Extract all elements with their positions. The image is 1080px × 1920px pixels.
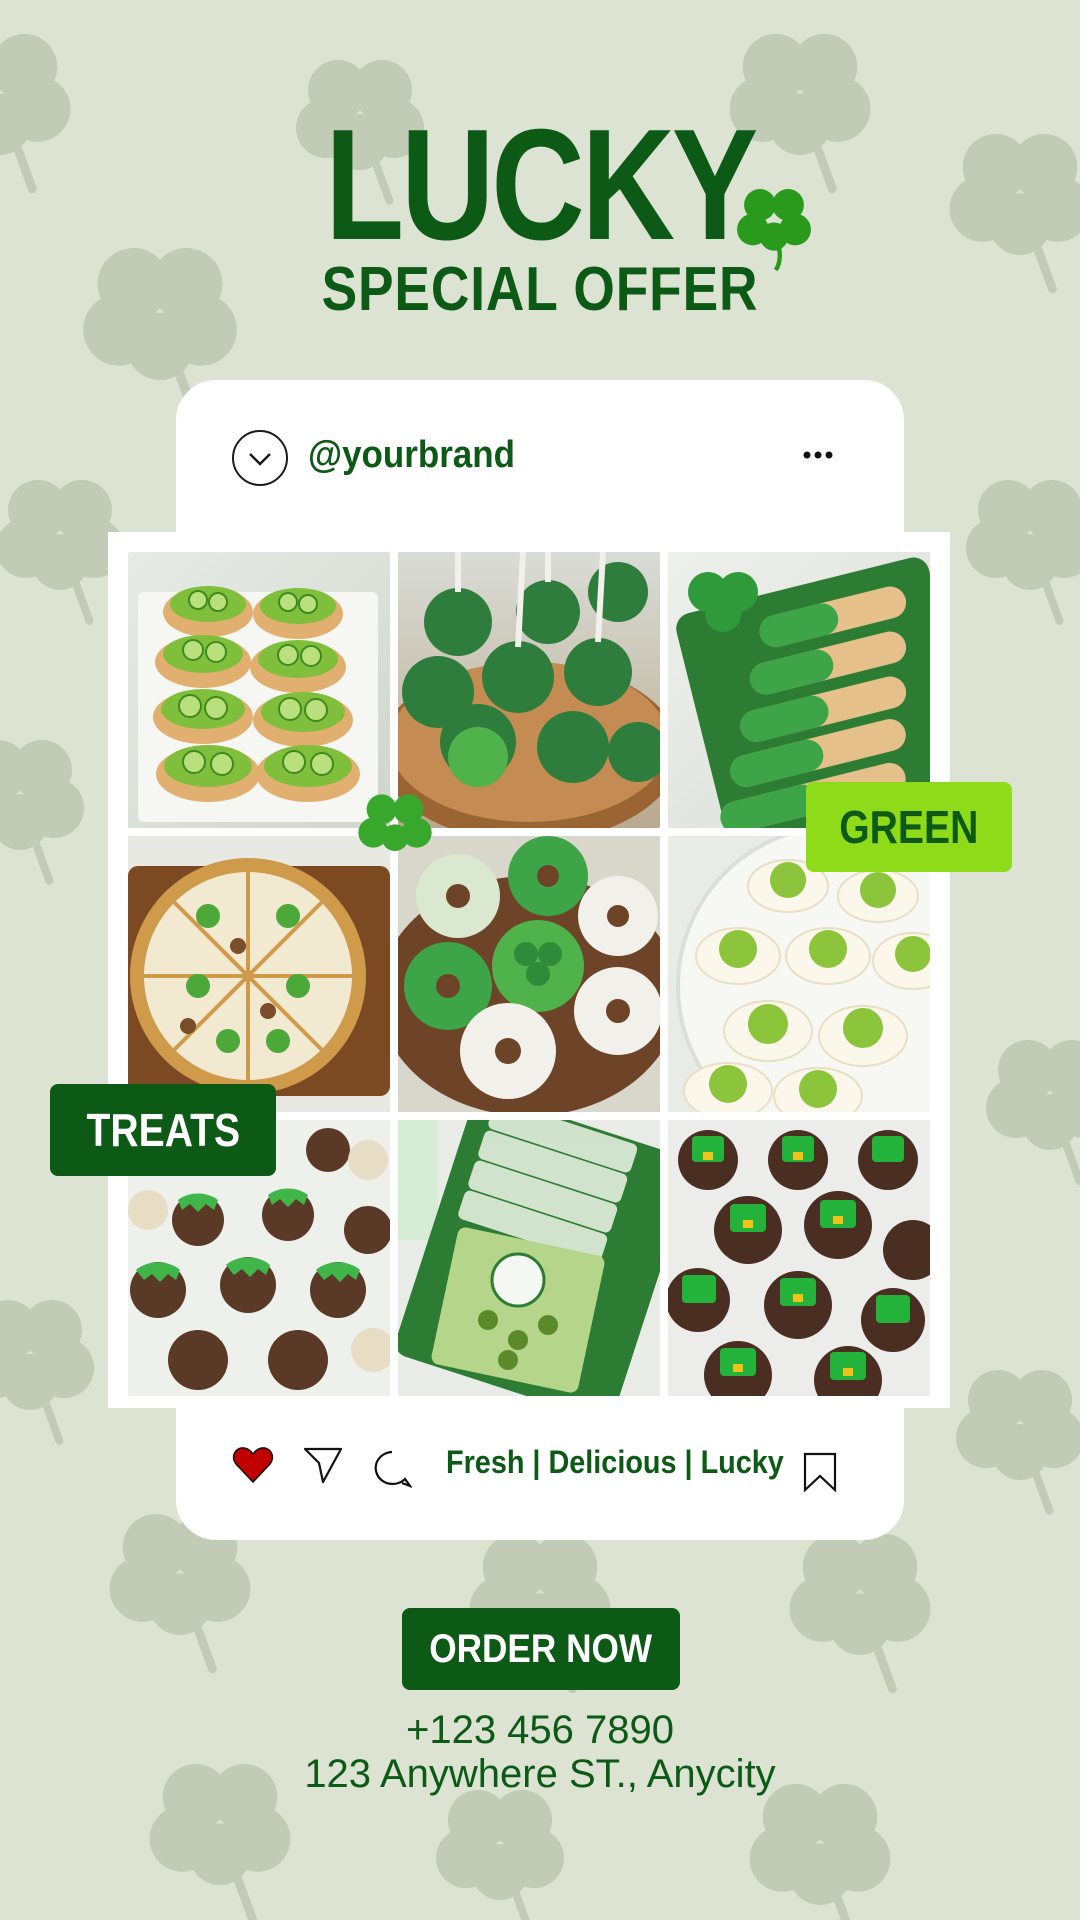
photo-snack-bags[interactable] bbox=[398, 1120, 660, 1396]
post-tagline: Fresh | Delicious | Lucky bbox=[446, 1444, 784, 1480]
photo-grid bbox=[128, 552, 930, 1396]
shamrock-icon bbox=[737, 189, 811, 272]
photo-deviled-eggs[interactable] bbox=[668, 836, 930, 1112]
photo-shamrock-pizza[interactable] bbox=[128, 836, 390, 1112]
avatar[interactable] bbox=[232, 430, 288, 486]
headline-title: LUCKY bbox=[325, 97, 758, 273]
headline-subtitle: SPECIAL OFFER bbox=[321, 255, 759, 324]
badge-green-label: GREEN bbox=[839, 801, 979, 853]
chevron-down-icon bbox=[249, 453, 271, 466]
brand-handle[interactable]: @yourbrand bbox=[308, 434, 515, 477]
badge-green: GREEN bbox=[806, 782, 1012, 872]
order-now-button[interactable]: ORDER NOW bbox=[402, 1608, 680, 1690]
photo-grid-frame bbox=[108, 532, 950, 1408]
badge-treats-label: TREATS bbox=[86, 1104, 240, 1156]
share-icon[interactable] bbox=[302, 1445, 344, 1485]
contact-address: 123 Anywhere ST., Anycity bbox=[304, 1752, 776, 1796]
heart-icon[interactable] bbox=[232, 1445, 274, 1485]
order-now-label: ORDER NOW bbox=[429, 1627, 653, 1671]
more-options-icon[interactable] bbox=[800, 440, 840, 470]
comment-icon[interactable] bbox=[372, 1449, 412, 1489]
photo-leprechaun-hat-cookies[interactable] bbox=[668, 1120, 930, 1396]
badge-treats: TREATS bbox=[50, 1084, 276, 1176]
photo-green-donuts[interactable] bbox=[398, 836, 660, 1112]
shamrock-icon bbox=[358, 794, 432, 851]
bookmark-icon[interactable] bbox=[803, 1452, 837, 1492]
contact-phone: +123 456 7890 bbox=[405, 1708, 675, 1752]
photo-cucumber-toasts[interactable] bbox=[128, 552, 390, 828]
